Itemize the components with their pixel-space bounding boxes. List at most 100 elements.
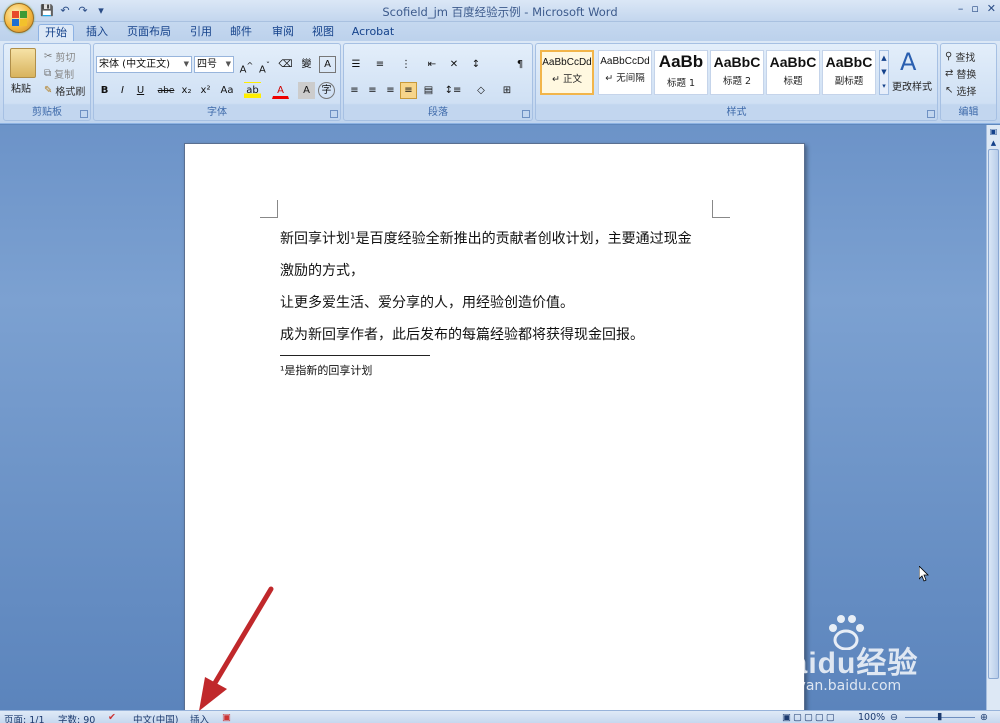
style-no-spacing[interactable]: AaBbCcDd ↵ 无间隔 xyxy=(598,50,652,95)
decrease-indent-icon[interactable]: ⇤ xyxy=(422,56,442,73)
zoom-in-icon[interactable]: ⊕ xyxy=(980,712,988,723)
find-button[interactable]: ⚲ 查找 xyxy=(945,48,975,64)
view-buttons[interactable]: ▣▢▢▢▢ xyxy=(782,712,837,723)
tab-references[interactable]: 引用 xyxy=(186,24,216,41)
change-styles-button[interactable]: 更改样式 xyxy=(892,78,932,93)
grow-font-icon[interactable]: A^ xyxy=(238,56,255,75)
borders-icon[interactable]: ⊞ xyxy=(496,82,518,99)
justify-icon[interactable]: ≡ xyxy=(400,82,417,99)
clear-format-icon[interactable]: ⌫ xyxy=(277,56,294,73)
underline-button[interactable]: U xyxy=(132,82,149,99)
show-marks-icon[interactable]: ¶ xyxy=(510,56,530,73)
document-line-2[interactable]: 激励的方式， xyxy=(280,260,364,280)
word-count[interactable]: 字数: 90 xyxy=(58,712,95,723)
strikethrough-button[interactable]: abe xyxy=(156,82,176,99)
footnote-text[interactable]: ¹是指新的回享计划 xyxy=(280,362,372,378)
multilevel-list-icon[interactable]: ⋮ xyxy=(396,56,416,73)
clipboard-group: 粘贴 ✂ 剪切 ⧉ 复制 ✎ 格式刷 剪贴板 xyxy=(3,43,91,121)
document-line-4[interactable]: 成为新回享作者，此后发布的每篇经验都将获得现金回报。 xyxy=(280,324,644,344)
style-normal[interactable]: AaBbCcDd ↵ 正文 xyxy=(540,50,594,95)
close-icon[interactable]: ✕ xyxy=(987,2,996,15)
font-group-label: 字体 xyxy=(207,107,227,118)
ruler-toggle-icon[interactable]: ▣ xyxy=(988,127,999,138)
tab-page-layout[interactable]: 页面布局 xyxy=(124,24,174,41)
align-left-icon[interactable]: ≡ xyxy=(346,82,363,99)
cut-button[interactable]: ✂ 剪切 xyxy=(44,48,75,64)
character-border-icon[interactable]: A xyxy=(319,56,336,73)
style-subtitle[interactable]: AaBbC 副标题 xyxy=(822,50,876,95)
subscript-button[interactable]: x₂ xyxy=(178,82,195,99)
chinese-layout-icon[interactable]: ✕ xyxy=(444,56,464,73)
page-count[interactable]: 页面: 1/1 xyxy=(4,712,45,723)
paragraph-group-label: 段落 xyxy=(428,107,448,118)
superscript-button[interactable]: x² xyxy=(197,82,214,99)
font-name-select[interactable]: 宋体 (中文正文) ▼ xyxy=(96,56,192,73)
vertical-scrollbar[interactable]: ▣ ▲ xyxy=(986,125,1000,710)
office-button[interactable] xyxy=(4,3,34,33)
align-center-icon[interactable]: ≡ xyxy=(364,82,381,99)
italic-button[interactable]: I xyxy=(114,82,131,99)
select-button[interactable]: ↖ 选择 xyxy=(945,82,976,98)
footnote-separator xyxy=(280,355,430,356)
clipboard-launcher-icon[interactable] xyxy=(80,110,88,118)
tab-review[interactable]: 审阅 xyxy=(268,24,298,41)
font-size-select[interactable]: 四号 ▼ xyxy=(194,56,234,73)
styles-launcher-icon[interactable] xyxy=(927,110,935,118)
proofing-icon[interactable]: ✔ xyxy=(108,712,116,723)
font-color-button[interactable]: A xyxy=(272,82,289,99)
tab-insert[interactable]: 插入 xyxy=(82,24,112,41)
style-heading-1[interactable]: AaBb 标题 1 xyxy=(654,50,708,95)
bullets-icon[interactable]: ☰ xyxy=(346,56,366,73)
tab-acrobat[interactable]: Acrobat xyxy=(350,24,396,41)
restore-icon[interactable]: ▫ xyxy=(971,2,978,15)
tab-mailings[interactable]: 邮件 xyxy=(226,24,256,41)
style-heading-2[interactable]: AaBbC 标题 2 xyxy=(710,50,764,95)
styles-scroll-icon[interactable]: ▲ ▼ ▾ xyxy=(879,50,889,95)
paragraph-launcher-icon[interactable] xyxy=(522,110,530,118)
format-painter-button[interactable]: ✎ 格式刷 xyxy=(44,82,85,98)
window-controls: – ▫ ✕ xyxy=(958,2,996,15)
cursor-icon: ↖ xyxy=(945,84,954,96)
margin-corner-top-right xyxy=(712,200,730,218)
font-group: 宋体 (中文正文) ▼ 四号 ▼ A^ Aˇ ⌫ 變 A B I U abe x₂ … xyxy=(93,43,341,121)
highlight-icon[interactable]: ab xyxy=(244,82,261,99)
copy-icon: ⧉ xyxy=(44,67,52,79)
phonetic-guide-icon[interactable]: 變 xyxy=(298,56,315,73)
line-spacing-icon[interactable]: ↕≡ xyxy=(442,82,464,99)
ribbon: 粘贴 ✂ 剪切 ⧉ 复制 ✎ 格式刷 剪贴板 宋体 (中文正文) ▼ 四号 ▼ A^ Aˇ… xyxy=(0,41,1000,124)
replace-button[interactable]: ⇄ 替换 xyxy=(945,65,976,81)
shrink-font-icon[interactable]: Aˇ xyxy=(256,56,273,75)
status-bar: 页面: 1/1 字数: 90 ✔ 中文(中国) 插入 ▣ ▣▢▢▢▢ 100% … xyxy=(0,710,1000,723)
distributed-icon[interactable]: ▤ xyxy=(420,82,437,99)
sort-icon[interactable]: ↕ xyxy=(466,56,486,73)
scroll-thumb[interactable] xyxy=(988,149,999,679)
bold-button[interactable]: B xyxy=(96,82,113,99)
font-launcher-icon[interactable] xyxy=(330,110,338,118)
tab-home[interactable]: 开始 xyxy=(38,24,74,41)
zoom-level[interactable]: 100% xyxy=(858,712,885,723)
copy-button[interactable]: ⧉ 复制 xyxy=(44,65,74,81)
zoom-thumb[interactable]: ▮ xyxy=(937,711,942,722)
minimize-icon[interactable]: – xyxy=(958,2,964,15)
enclose-character-icon[interactable]: 字 xyxy=(318,82,335,99)
paste-button[interactable]: 粘贴 xyxy=(11,80,31,95)
scroll-up-icon[interactable]: ▲ xyxy=(988,139,999,148)
paste-icon[interactable] xyxy=(10,48,36,78)
zoom-out-icon[interactable]: ⊖ xyxy=(890,712,898,723)
style-title[interactable]: AaBbC 标题 xyxy=(766,50,820,95)
binoculars-icon: ⚲ xyxy=(945,50,953,62)
watermark-url: jingyan.baidu.com xyxy=(772,678,902,694)
title-bar: 💾 ↶ ↷ ▾ Scofield_jm 百度经验示例 - Microsoft W… xyxy=(0,0,1000,22)
styles-group: AaBbCcDd ↵ 正文 AaBbCcDd ↵ 无间隔 AaBb 标题 1 A… xyxy=(535,43,938,121)
tab-view[interactable]: 视图 xyxy=(308,24,338,41)
numbering-icon[interactable]: ≡ xyxy=(370,56,390,73)
document-line-3[interactable]: 让更多爱生活、爱分享的人，用经验创造价值。 xyxy=(280,292,574,312)
align-right-icon[interactable]: ≡ xyxy=(382,82,399,99)
office-logo-icon xyxy=(12,11,27,26)
change-styles-icon[interactable]: A xyxy=(900,48,916,76)
character-shading-button[interactable]: A xyxy=(298,82,315,99)
change-case-button[interactable]: Aa xyxy=(216,82,238,99)
shading-icon[interactable]: ◇ xyxy=(470,82,492,99)
language-indicator[interactable]: 中文(中国) xyxy=(133,712,178,723)
document-line-1[interactable]: 新回享计划¹是百度经验全新推出的贡献者创收计划，主要通过现金 xyxy=(280,228,692,248)
